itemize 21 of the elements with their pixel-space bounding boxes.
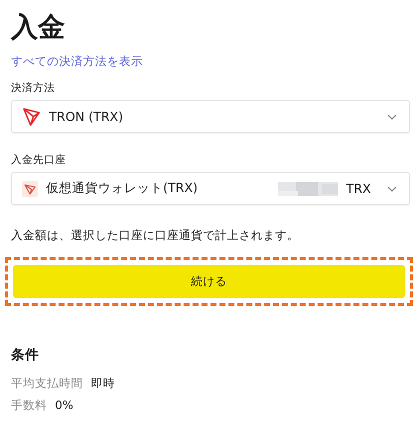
select-field[interactable]: TRON (TRX): [11, 100, 410, 133]
triangle-logo-icon: [22, 107, 41, 126]
continue-button[interactable]: 続ける: [13, 265, 405, 298]
field-label: 入金先口座: [11, 153, 67, 167]
chevron-down-icon: [387, 186, 397, 192]
blurred-block: [278, 182, 338, 196]
select-value: TRON (TRX): [49, 109, 124, 124]
field-label: 決済方法: [11, 81, 56, 95]
section-title: 条件: [11, 346, 40, 364]
chevron-down-icon: [387, 114, 397, 120]
page-title: 入金: [11, 11, 66, 45]
condition-value: 即時: [91, 376, 115, 390]
triangle-logo-icon: [22, 180, 38, 196]
condition-label: 平均支払時間: [11, 376, 83, 390]
condition-label: 手数料: [11, 398, 47, 412]
currency-code: TRX: [346, 181, 371, 196]
select-value: 仮想通貨ウォレット(TRX): [46, 180, 198, 197]
select-field[interactable]: 仮想通貨ウォレット(TRX) TRX: [11, 172, 410, 205]
deposit-note: 入金額は、選択した口座に口座通貨で計上されます。: [11, 227, 300, 243]
payment-methods-link[interactable]: すべての決済方法を表示: [11, 53, 143, 69]
condition-value: 0%: [55, 398, 74, 412]
